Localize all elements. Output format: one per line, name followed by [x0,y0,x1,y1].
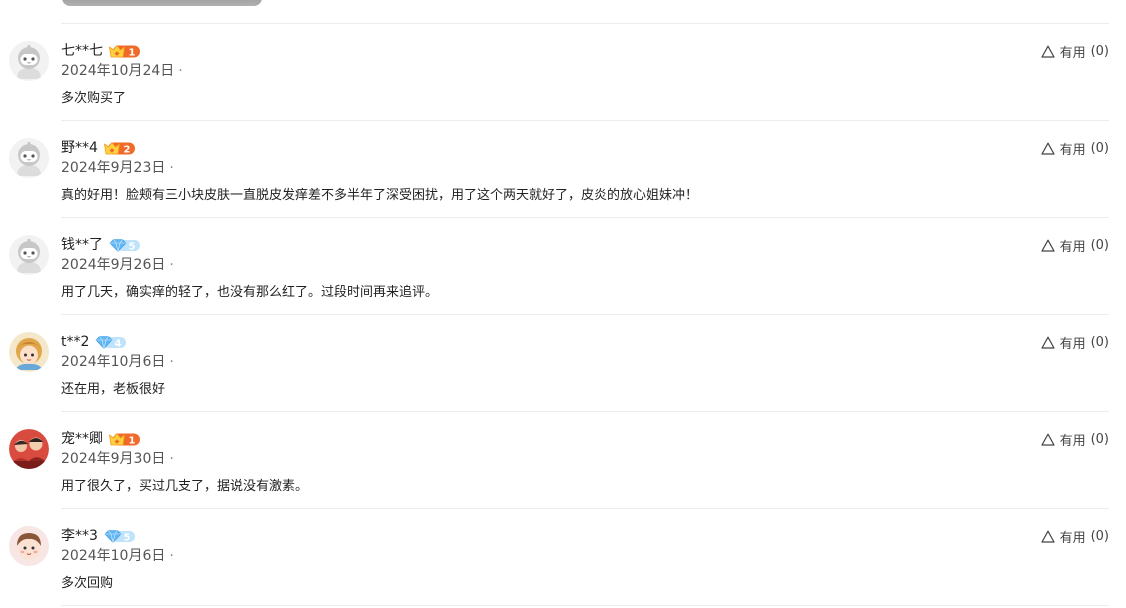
review-item: t**2 4 2024年10月6日 · 还在用，老板很好 有用 (0) [0,315,1126,412]
helpful-count: (0) [1090,237,1109,253]
svg-text:1: 1 [129,435,136,446]
review-date-row: 2024年9月26日 · [61,255,174,275]
helpful-button[interactable]: 有用 (0) [1040,526,1109,546]
review-text: 用了很久了，买过几支了，据说没有激素。 [61,479,309,494]
review-item: 野**4 2 2024年9月23日 · 真的好用！脸颊有三小块皮肤一直脱皮发痒差不… [0,121,1126,218]
username: 七**七 [61,43,103,59]
triangle-icon [1040,142,1055,155]
review-item: 七**七 1 2024年10月24日 · 多次购买了 有用 (0) [0,24,1126,121]
helpful-button[interactable]: 有用 (0) [1040,235,1109,255]
crown-level-badge: 1 [109,432,141,447]
triangle-icon [1040,239,1055,252]
username: t**2 [61,334,90,350]
photo-avatar [9,429,49,469]
diamond-level-badge: 4 [95,335,127,350]
user-row: 李**3 5 [61,526,136,546]
date-separator: · [169,451,174,467]
user-row: 钱**了 5 [61,235,141,255]
review-date: 2024年10月6日 [61,548,166,564]
review-text: 用了几天，确实痒的轻了，也没有那么红了。过段时间再来追评。 [61,285,439,300]
review-text: 还在用，老板很好 [61,382,166,397]
date-separator: · [169,160,174,176]
helpful-count: (0) [1090,43,1109,59]
user-row: 野**4 2 [61,138,136,158]
default-robot-avatar [9,235,49,275]
svg-text:5: 5 [123,532,130,543]
username: 钱**了 [61,237,103,253]
review-date-row: 2024年10月6日 · [61,352,174,372]
diamond-level-badge: 5 [104,529,136,544]
helpful-label: 有用 [1059,433,1086,449]
default-robot-avatar [9,138,49,178]
default-robot-avatar [9,41,49,81]
triangle-icon [1040,336,1055,349]
divider [61,605,1109,606]
review-date: 2024年10月6日 [61,354,166,370]
review-date-row: 2024年10月24日 · [61,61,183,81]
review-text: 多次回购 [61,576,114,591]
previous-review-image[interactable] [62,0,262,6]
review-item: 李**3 5 2024年10月6日 · 多次回购 有用 (0) [0,509,1126,606]
helpful-button[interactable]: 有用 (0) [1040,429,1109,449]
review-date-row: 2024年9月30日 · [61,449,174,469]
helpful-count: (0) [1090,334,1109,350]
username: 宠**卿 [61,431,103,447]
helpful-button[interactable]: 有用 (0) [1040,332,1109,352]
crown-level-badge: 1 [109,44,141,59]
crown-level-badge: 2 [104,141,136,156]
review-date-row: 2024年9月23日 · [61,158,174,178]
helpful-label: 有用 [1059,142,1086,158]
review-date: 2024年9月26日 [61,257,166,273]
helpful-label: 有用 [1059,336,1086,352]
date-separator: · [169,548,174,564]
user-row: t**2 4 [61,332,127,352]
date-separator: · [178,63,183,79]
review-text: 真的好用！脸颊有三小块皮肤一直脱皮发痒差不多半年了深受困扰，用了这个两天就好了，… [61,188,699,203]
helpful-label: 有用 [1059,239,1086,255]
helpful-count: (0) [1090,528,1109,544]
triangle-icon [1040,45,1055,58]
helpful-button[interactable]: 有用 (0) [1040,138,1109,158]
username: 野**4 [61,140,98,156]
user-row: 宠**卿 1 [61,429,141,449]
date-separator: · [169,257,174,273]
svg-text:4: 4 [115,338,122,349]
helpful-button[interactable]: 有用 (0) [1040,41,1109,61]
svg-text:5: 5 [129,241,136,252]
user-row: 七**七 1 [61,41,141,61]
helpful-count: (0) [1090,431,1109,447]
cartoon-girl-avatar [9,332,49,372]
review-date: 2024年10月24日 [61,63,175,79]
svg-text:2: 2 [123,144,130,155]
date-separator: · [169,354,174,370]
diamond-level-badge: 5 [109,238,141,253]
triangle-icon [1040,530,1055,543]
triangle-icon [1040,433,1055,446]
review-item: 钱**了 5 2024年9月26日 · 用了几天，确实痒的轻了，也没有那么红了。过… [0,218,1126,315]
review-text: 多次购买了 [61,91,127,106]
svg-text:1: 1 [129,47,136,58]
review-item: 宠**卿 1 2024年9月30日 · 用了很久了，买过几支了，据说没有激素。 有… [0,412,1126,509]
review-date: 2024年9月30日 [61,451,166,467]
helpful-label: 有用 [1059,530,1086,546]
review-date: 2024年9月23日 [61,160,166,176]
helpful-count: (0) [1090,140,1109,156]
cartoon-avatar [9,526,49,566]
username: 李**3 [61,528,98,544]
helpful-label: 有用 [1059,45,1086,61]
review-date-row: 2024年10月6日 · [61,546,174,566]
